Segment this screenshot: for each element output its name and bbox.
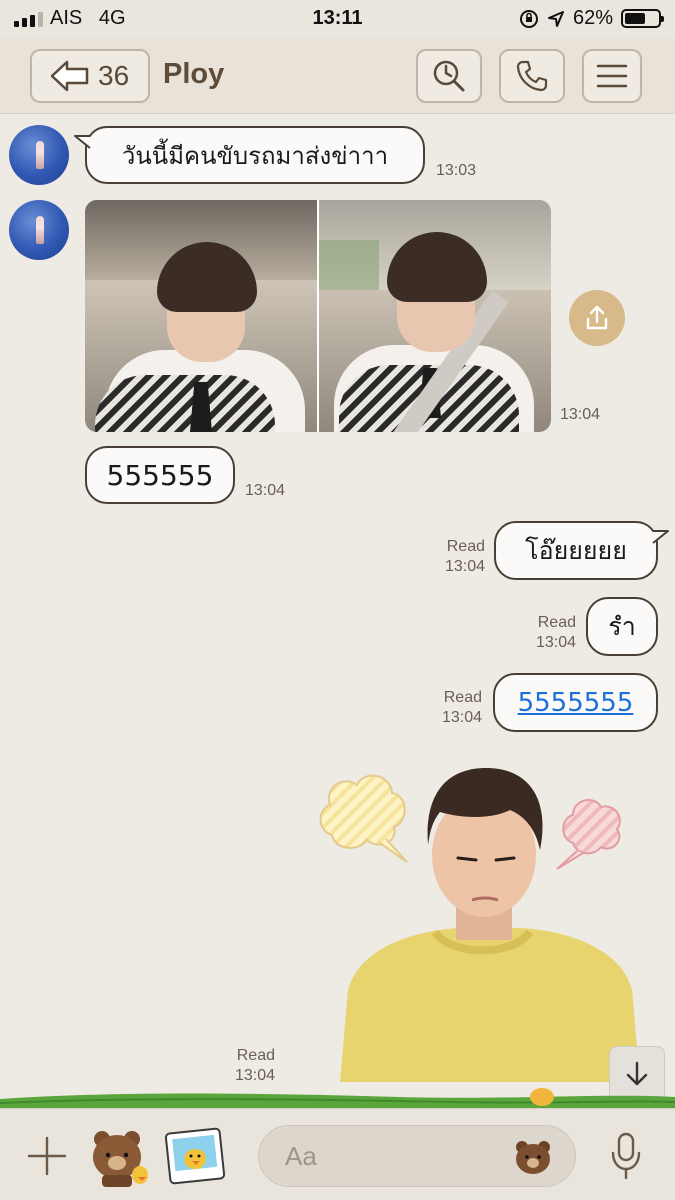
message-status: Read 13:04	[215, 1046, 275, 1086]
brown-bear-sticker-icon	[93, 1131, 148, 1187]
unread-count: 36	[98, 60, 130, 91]
outgoing-message[interactable]: โอ๊ยยยยย	[494, 521, 669, 580]
incoming-message[interactable]: 555555	[85, 446, 235, 504]
incoming-message[interactable]: วันนี้มีคนขับรถมาส่งข่าาา	[74, 126, 425, 184]
chat-header: 36 Ploy	[0, 38, 675, 114]
battery-percent: 62%	[572, 7, 613, 29]
status-bar: AIS 4G 13:11 62%	[0, 0, 675, 38]
status-right: 62%	[519, 7, 664, 30]
message-time: 13:03	[436, 162, 477, 179]
photo[interactable]	[85, 200, 317, 432]
message-time: 13:04	[245, 482, 286, 499]
sticker-person-image	[340, 768, 640, 1082]
sticker[interactable]	[300, 755, 640, 1085]
message-text: โอ๊ยยยยย	[525, 535, 627, 565]
message-status: Read 13:04	[422, 688, 482, 728]
message-link[interactable]: 5555555	[518, 688, 634, 718]
message-time: 13:04	[234, 1067, 275, 1084]
bubble-tail	[74, 135, 91, 149]
message-input[interactable]	[285, 1140, 505, 1172]
search-button[interactable]	[416, 49, 482, 103]
photo-sticker-icon	[164, 1127, 226, 1185]
message-input-box[interactable]	[258, 1125, 576, 1187]
read-label: Read	[443, 689, 482, 706]
call-button[interactable]	[499, 49, 565, 103]
microphone-icon	[611, 1132, 641, 1180]
microphone-button[interactable]	[602, 1129, 650, 1183]
phone-icon	[516, 60, 548, 92]
search-icon	[433, 60, 465, 92]
sticker-button[interactable]	[88, 1127, 150, 1187]
photo-sticker-button[interactable]	[164, 1127, 226, 1187]
composer-bar	[0, 1108, 675, 1200]
battery-icon	[621, 9, 664, 28]
outgoing-message[interactable]: 5555555	[493, 673, 658, 732]
avatar[interactable]	[9, 200, 69, 260]
message-text: วันนี้มีคนขับรถมาส่งข่าาา	[121, 141, 389, 170]
outgoing-message[interactable]: รำ	[586, 597, 658, 656]
message-status: Read 13:04	[425, 537, 485, 577]
message-time: 13:04	[560, 406, 601, 423]
message-status: Read 13:04	[516, 613, 576, 653]
read-label: Read	[236, 1047, 275, 1064]
read-label: Read	[537, 614, 576, 631]
emoji-bear-icon[interactable]	[513, 1138, 553, 1176]
read-label: Read	[446, 538, 485, 555]
menu-button[interactable]	[582, 49, 642, 103]
message-time: 13:04	[441, 709, 482, 726]
plus-icon	[27, 1136, 67, 1176]
menu-icon	[596, 64, 628, 88]
message-text: รำ	[608, 611, 636, 641]
photo-album[interactable]	[85, 200, 551, 432]
avatar[interactable]	[9, 125, 69, 185]
message-text: 555555	[106, 458, 214, 492]
orientation-lock-icon	[519, 9, 538, 28]
arrow-down-icon	[626, 1061, 648, 1086]
back-button[interactable]: 36	[30, 49, 150, 103]
photo[interactable]	[319, 200, 551, 432]
add-button[interactable]	[24, 1133, 70, 1179]
share-icon	[586, 305, 608, 330]
bubble-tail	[652, 530, 669, 544]
chat-title: Ploy	[163, 58, 225, 90]
message-time: 13:04	[535, 634, 576, 651]
share-button[interactable]	[569, 290, 625, 346]
location-icon	[547, 10, 564, 27]
back-arrow-icon	[50, 60, 89, 92]
message-time: 13:04	[444, 558, 485, 575]
